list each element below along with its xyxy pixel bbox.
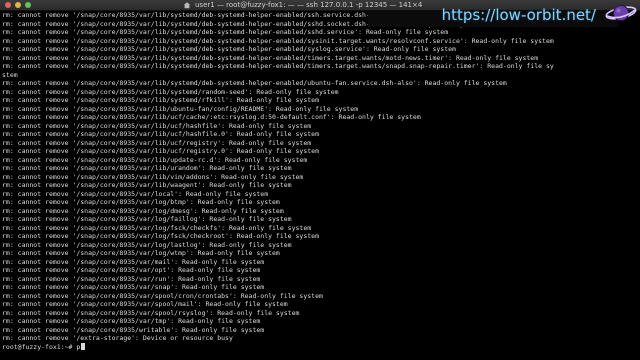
window-title: user1 — root@fuzzy-fox1: — — ssh 127.0.0… [195,1,423,9]
terminal-line: rm: cannot remove '/snap/core/8935/var/l… [2,28,449,36]
terminal-window: user1 — root@fuzzy-fox1: — — ssh 127.0.0… [0,0,640,360]
terminal-line: rm: cannot remove '/snap/core/8935/var/r… [2,274,261,283]
minimize-button[interactable] [15,2,21,8]
terminal-line: rm: cannot remove '/snap/core/8935/var/l… [2,147,319,155]
terminal-line: rm: cannot remove '/snap/core/8935/var/l… [2,96,319,104]
terminal-line: rm: cannot remove '/snap/core/8935/var/l… [2,206,284,215]
terminal-line: rm: cannot remove '/snap/core/8935/var/t… [2,317,261,325]
terminal-output[interactable]: rm: cannot remove '/snap/core/8935/var/l… [2,11,638,360]
terminal-line: rm: cannot remove '/snap/core/8935/var/l… [2,215,292,223]
terminal-line: rm: cannot remove '/snap/core/8935/var/l… [2,104,359,113]
terminal-line: rm: cannot remove '/snap/core/8935/var/l… [2,249,280,257]
shell-prompt: root@fuzzy-fox1:~# [2,342,77,351]
watermark-url: https://low-orbit.net/ [441,6,596,24]
terminal-line: rm: cannot remove '/snap/core/8935/var/l… [2,62,554,70]
terminal-line: rm: cannot remove '/snap/core/8935/var/l… [2,181,292,189]
terminal-line: rm: cannot remove '/extra-storage': Devi… [2,334,233,342]
home-folder-icon [183,2,191,9]
command-input[interactable]: p [76,343,80,351]
zoom-button[interactable] [25,2,31,8]
terminal-line: rm: cannot remove '/snap/core/8935/var/o… [2,266,261,274]
window-controls [5,2,31,8]
terminal-line: rm: cannot remove '/snap/core/8935/var/l… [2,79,507,87]
terminal-line: rm: cannot remove '/snap/core/8935/var/s… [2,283,265,291]
close-button[interactable] [5,2,11,8]
terminal-line: rm: cannot remove '/snap/core/8935/var/l… [2,121,312,130]
terminal-line: rm: cannot remove '/snap/core/8935/var/l… [2,130,319,138]
terminal-line: rm: cannot remove '/snap/core/8935/writa… [2,325,265,334]
terminal-line: stem [2,70,18,79]
terminal-line: rm: cannot remove '/snap/core/8935/var/l… [2,172,304,181]
terminal-line: rm: cannot remove '/snap/core/8935/var/l… [2,53,539,62]
terminal-line: rm: cannot remove '/snap/core/8935/var/s… [2,308,300,317]
terminal-line: rm: cannot remove '/snap/core/8935/var/l… [2,164,292,172]
text-cursor [81,342,86,350]
planet-logo-icon [605,5,637,21]
terminal-line: rm: cannot remove '/snap/core/8935/var/l… [2,113,421,121]
terminal-line: rm: cannot remove '/snap/core/8935/var/l… [2,232,319,240]
terminal-line: rm: cannot remove '/snap/core/8935/var/l… [2,87,339,96]
terminal-line: rm: cannot remove '/snap/core/8935/var/m… [2,257,265,266]
terminal-line: rm: cannot remove '/snap/core/8935/var/s… [2,300,288,308]
terminal-line: rm: cannot remove '/snap/core/8935/var/l… [2,45,456,53]
terminal-line: rm: cannot remove '/snap/core/8935/var/l… [2,223,312,232]
terminal-line: rm: cannot remove '/snap/core/8935/var/l… [2,189,269,198]
terminal-line: rm: cannot remove '/snap/core/8935/var/l… [2,36,554,45]
terminal-line: rm: cannot remove '/snap/core/8935/var/l… [2,138,312,147]
prompt-line[interactable]: root@fuzzy-fox1:~# p [2,342,638,352]
terminal-line: rm: cannot remove '/snap/core/8935/var/s… [2,291,323,300]
terminal-line: rm: cannot remove '/snap/core/8935/var/l… [2,198,280,206]
terminal-line: rm: cannot remove '/snap/core/8935/var/l… [2,155,308,164]
terminal-line: rm: cannot remove '/snap/core/8935/var/l… [2,240,292,249]
